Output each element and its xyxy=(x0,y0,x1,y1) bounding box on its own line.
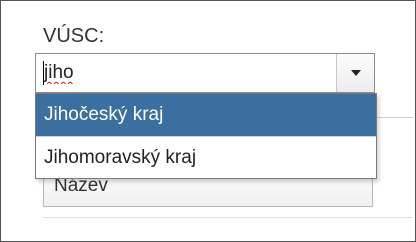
divider xyxy=(377,117,413,118)
suggestion-item-jihomoravsky[interactable]: Jihomoravský kraj xyxy=(36,136,376,178)
vusc-input[interactable] xyxy=(36,54,342,92)
vusc-combobox[interactable] xyxy=(35,53,375,93)
dropdown-toggle-button[interactable] xyxy=(336,54,374,92)
triangle-down-icon xyxy=(351,70,361,76)
divider xyxy=(43,217,413,218)
suggestion-list: Jihočeský kraj Jihomoravský kraj xyxy=(35,93,377,179)
suggestion-item-jihocesky[interactable]: Jihočeský kraj xyxy=(36,94,376,136)
text-cursor xyxy=(43,61,44,85)
filter-panel: VÚSC: Název Jihočeský kraj Jihomoravský … xyxy=(0,0,416,242)
vusc-label: VÚSC: xyxy=(43,25,105,47)
